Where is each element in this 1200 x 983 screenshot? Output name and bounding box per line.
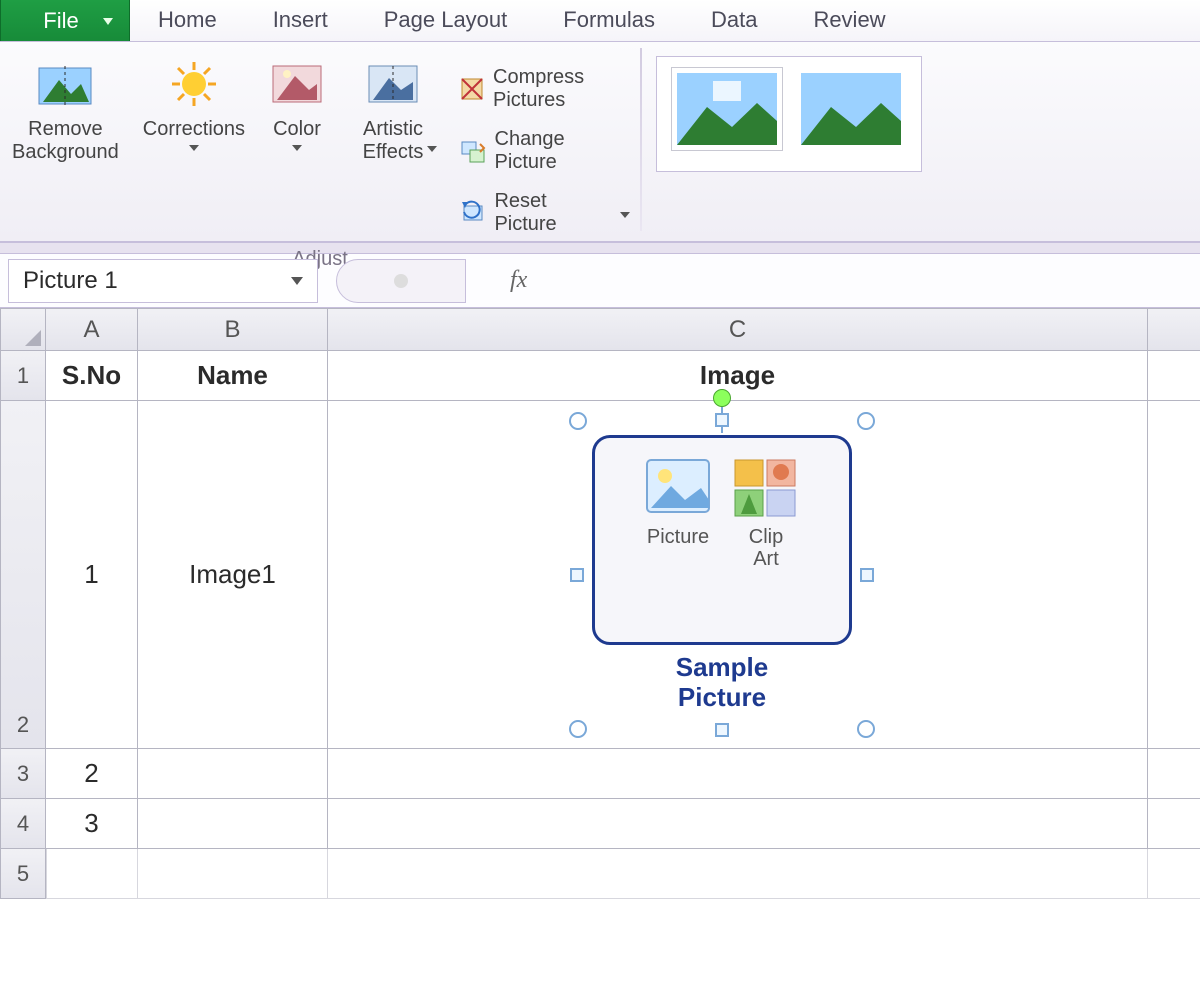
color-button[interactable]: Color: [257, 42, 337, 151]
artistic-effects-icon: [365, 56, 421, 112]
cell-D5[interactable]: [1148, 849, 1200, 899]
row-4: 4 3: [0, 799, 1200, 849]
selected-picture-object[interactable]: Picture Clip Art Samp: [578, 421, 866, 729]
insert-picture-label: Picture: [647, 526, 709, 548]
cell-A3[interactable]: 2: [46, 749, 138, 799]
col-header-next[interactable]: [1148, 309, 1200, 351]
ribbon-body: Remove Background: [0, 42, 1200, 242]
row-header-2[interactable]: 2: [0, 401, 46, 749]
change-picture-button[interactable]: Change Picture: [449, 120, 640, 182]
col-header-C[interactable]: C: [328, 309, 1148, 351]
worksheet: A B C 1 S.No Name Image 2 1 Image1 Pictu…: [0, 308, 1200, 899]
cell-A2[interactable]: 1: [46, 401, 138, 749]
artistic-effects-label: Artistic Effects: [363, 118, 424, 164]
compress-pictures-icon: [459, 75, 485, 103]
cell-D3[interactable]: [1148, 749, 1200, 799]
cell-A1[interactable]: S.No: [46, 351, 138, 401]
row-3: 3 2: [0, 749, 1200, 799]
picture-caption: Sample Picture: [578, 653, 866, 713]
cell-D1[interactable]: [1148, 351, 1200, 401]
cell-C4[interactable]: [328, 799, 1148, 849]
row-header-3[interactable]: 3: [0, 749, 46, 799]
cell-C3[interactable]: [328, 749, 1148, 799]
column-headers: A B C: [0, 309, 1200, 351]
cell-B4[interactable]: [138, 799, 328, 849]
resize-handle-nw[interactable]: [569, 412, 587, 430]
resize-handle-n[interactable]: [715, 413, 729, 427]
row-header-4[interactable]: 4: [0, 799, 46, 849]
cell-B5[interactable]: [138, 849, 328, 899]
resize-handle-e[interactable]: [860, 568, 874, 582]
tab-insert[interactable]: Insert: [245, 0, 356, 41]
style-thumb-2[interactable]: [795, 67, 907, 151]
compress-pictures-button[interactable]: Compress Pictures: [449, 58, 640, 120]
resize-handle-s[interactable]: [715, 723, 729, 737]
row-5: 5: [0, 849, 1200, 899]
corrections-label: Corrections: [143, 118, 245, 141]
group-label-styles: [642, 229, 1200, 241]
dropdown-icon: [620, 212, 630, 218]
insert-clipart-label: Clip Art: [749, 526, 783, 570]
tab-data[interactable]: Data: [683, 0, 785, 41]
fn-dot-icon: [394, 274, 408, 288]
ribbon-tabs: File Home Insert Page Layout Formulas Da…: [0, 0, 1200, 42]
cell-C5[interactable]: [328, 849, 1148, 899]
tab-home[interactable]: Home: [130, 0, 245, 41]
style-thumb-1[interactable]: [671, 67, 783, 151]
resize-handle-sw[interactable]: [569, 720, 587, 738]
remove-background-label: Remove Background: [12, 118, 119, 164]
col-header-A[interactable]: A: [46, 309, 138, 351]
row-header-5[interactable]: 5: [0, 849, 46, 899]
compress-pictures-label: Compress Pictures: [493, 66, 630, 112]
cell-B3[interactable]: [138, 749, 328, 799]
tab-file[interactable]: File: [0, 0, 130, 41]
row-2: 2 1 Image1 Picture: [0, 401, 1200, 749]
cell-A4[interactable]: 3: [46, 799, 138, 849]
corrections-icon: [166, 56, 222, 112]
cell-D4[interactable]: [1148, 799, 1200, 849]
insert-function-area[interactable]: [336, 259, 466, 303]
select-all-corner[interactable]: [0, 309, 46, 351]
cell-C2[interactable]: Picture Clip Art Samp: [328, 401, 1148, 749]
change-picture-icon: [459, 137, 487, 165]
artistic-effects-button[interactable]: Artistic Effects: [337, 42, 449, 152]
resize-handle-se[interactable]: [857, 720, 875, 738]
row-1: 1 S.No Name Image: [0, 351, 1200, 401]
rotation-handle[interactable]: [713, 389, 731, 407]
resize-handle-w[interactable]: [570, 568, 584, 582]
tab-page-layout[interactable]: Page Layout: [356, 0, 536, 41]
tab-formulas[interactable]: Formulas: [535, 0, 683, 41]
remove-background-button[interactable]: Remove Background: [0, 42, 131, 164]
cell-C1[interactable]: Image: [328, 351, 1148, 401]
dropdown-icon: [427, 146, 437, 152]
color-label: Color: [273, 118, 321, 141]
change-picture-label: Change Picture: [495, 128, 630, 174]
insert-picture-button[interactable]: Picture: [643, 456, 713, 548]
dropdown-icon: [189, 145, 199, 151]
cell-A5[interactable]: [46, 849, 138, 899]
reset-picture-icon: [459, 199, 486, 227]
insert-clipart-button[interactable]: Clip Art: [731, 456, 801, 570]
color-icon: [269, 56, 325, 112]
cell-B1[interactable]: Name: [138, 351, 328, 401]
picture-content: Picture Clip Art: [592, 435, 852, 645]
reset-picture-label: Reset Picture: [494, 190, 612, 236]
cell-D2[interactable]: [1148, 401, 1200, 749]
name-box-value: Picture 1: [23, 267, 118, 295]
row-header-1[interactable]: 1: [0, 351, 46, 401]
resize-handle-ne[interactable]: [857, 412, 875, 430]
corrections-button[interactable]: Corrections: [131, 42, 257, 151]
col-header-B[interactable]: B: [138, 309, 328, 351]
dropdown-icon: [291, 277, 303, 285]
tab-review[interactable]: Review: [785, 0, 913, 41]
reset-picture-button[interactable]: Reset Picture: [449, 182, 640, 244]
dropdown-icon: [292, 145, 302, 151]
fx-label[interactable]: fx: [510, 267, 527, 294]
cell-B2[interactable]: Image1: [138, 401, 328, 749]
picture-styles-gallery[interactable]: [656, 56, 922, 172]
remove-background-icon: [37, 56, 93, 112]
name-box[interactable]: Picture 1: [8, 259, 318, 303]
